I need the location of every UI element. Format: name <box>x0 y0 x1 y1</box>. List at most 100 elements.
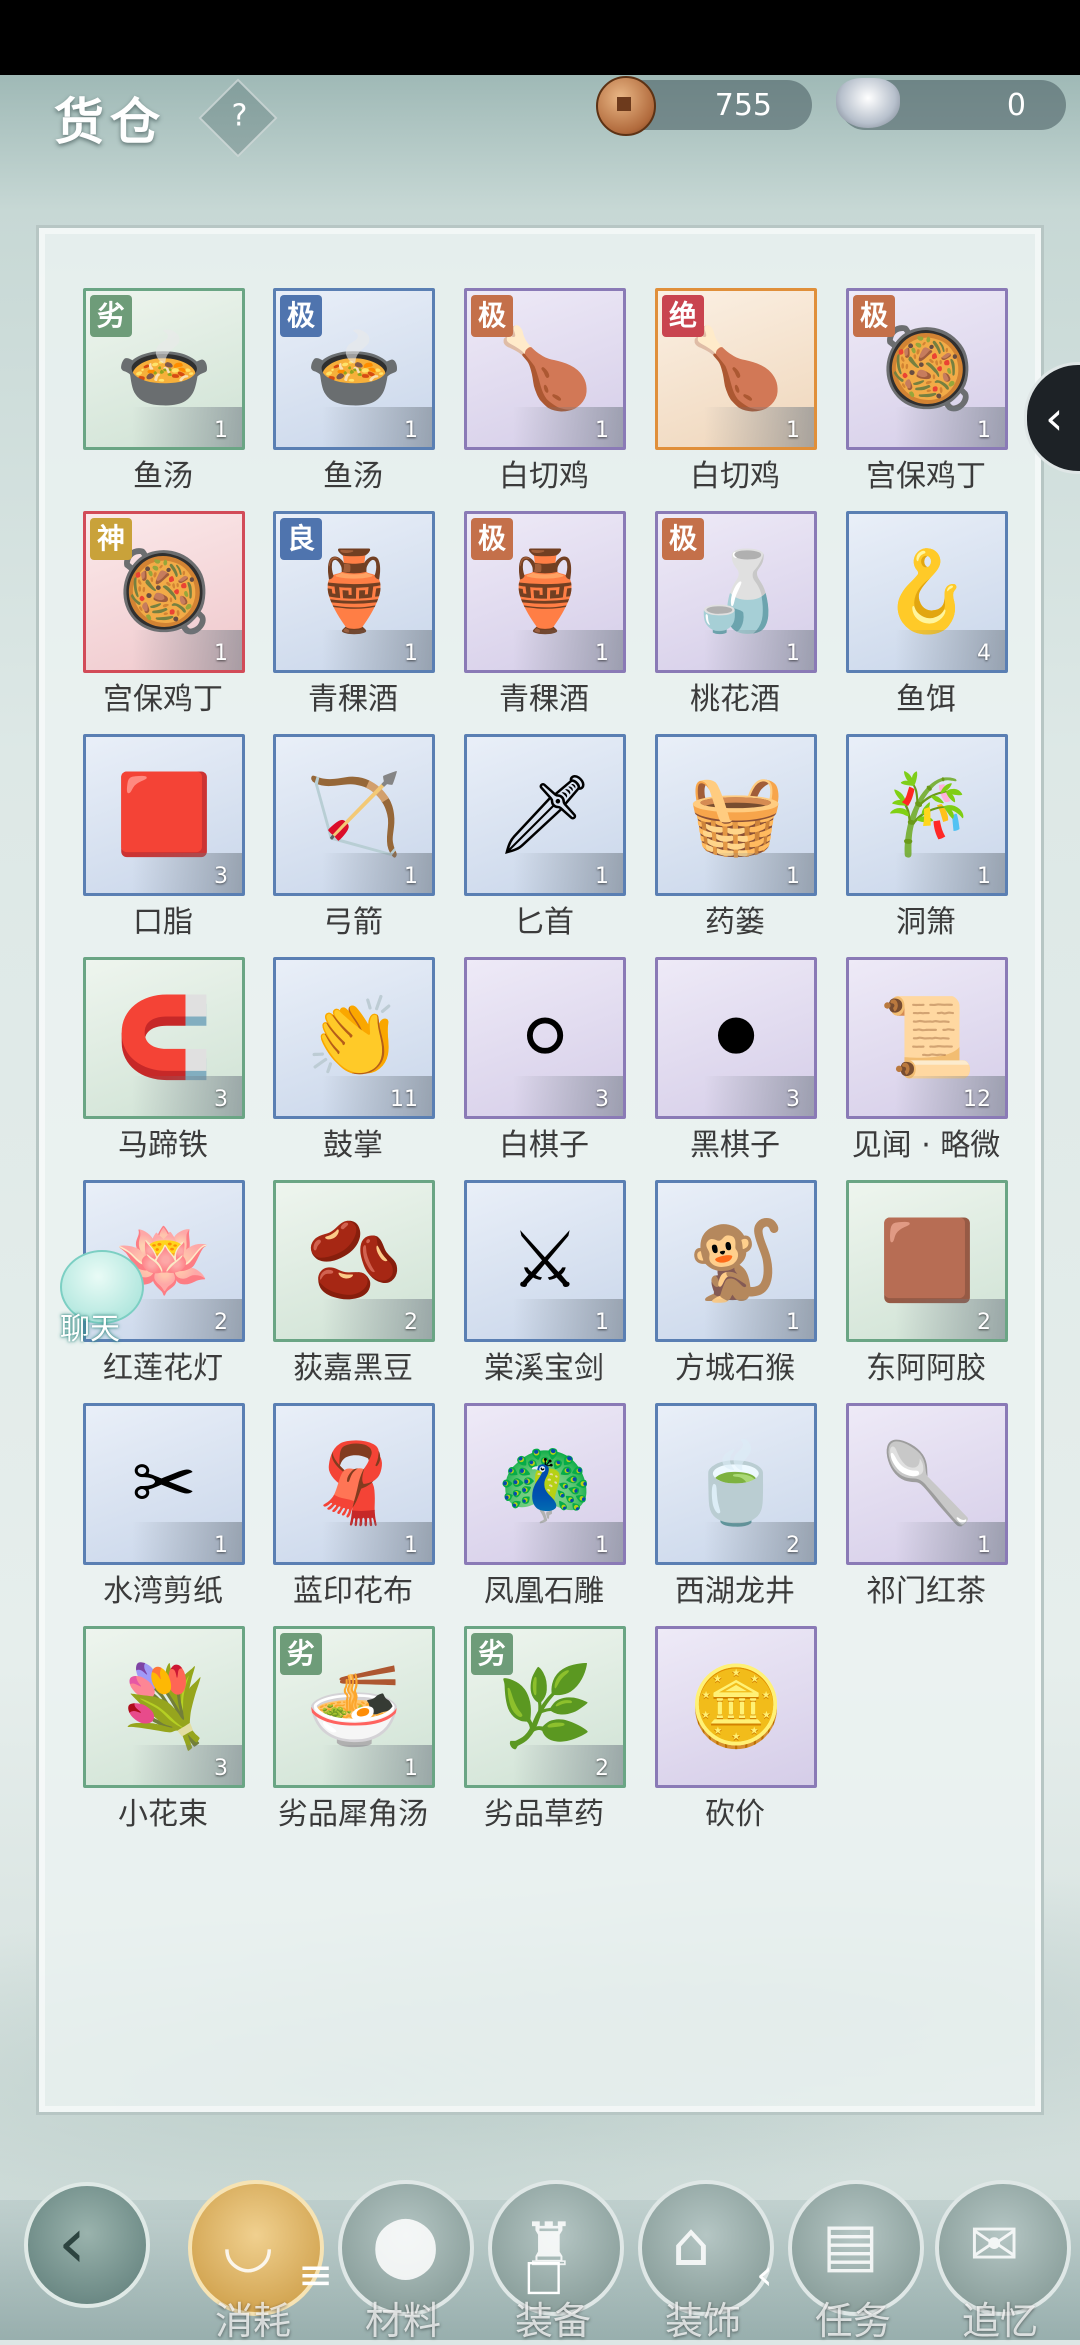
inventory-item[interactable]: 🍶 1 极桃花酒 <box>655 511 817 721</box>
item-count: 2 <box>595 1756 609 1781</box>
inventory-item[interactable]: 🗡 1 匕首 <box>464 734 626 944</box>
chat-button[interactable]: 聊天 <box>42 1250 146 1347</box>
item-label: 黑棋子 <box>690 1128 780 1163</box>
item-count: 2 <box>214 1310 228 1335</box>
item-label: 东阿阿胶 <box>866 1351 986 1386</box>
inventory-item[interactable]: 🧲 3 马蹄铁 <box>83 957 245 1167</box>
inventory-item[interactable]: 🫘 2 荻嘉黑豆 <box>273 1180 435 1390</box>
item-frame: ✂ 1 <box>83 1403 245 1565</box>
tab-envelope[interactable]: ✉ 追忆 <box>935 2180 1071 2343</box>
item-frame: 🍶 1 极 <box>655 511 817 673</box>
tab-materials[interactable]: ⬤ 材料 <box>338 2180 474 2343</box>
quality-badge: 极 <box>662 518 704 560</box>
inventory-item[interactable]: 🐒 1 方城石猴 <box>655 1180 817 1390</box>
item-label: 西湖龙井 <box>675 1574 795 1609</box>
inventory-item[interactable]: 🍲 1 极鱼汤 <box>273 288 435 498</box>
paper-cut-icon: ✂ <box>131 1439 197 1529</box>
materials-icon: ⬤ <box>372 2210 440 2280</box>
item-label: 方城石猴 <box>675 1351 795 1386</box>
quality-badge: 劣 <box>280 1633 322 1675</box>
inventory-item[interactable]: 🪝 4 鱼饵 <box>846 511 1008 721</box>
coin-balance[interactable]: 755 <box>596 76 812 136</box>
bean-jar-icon: 🫘 <box>305 1216 403 1306</box>
item-label: 弓箭 <box>323 905 383 940</box>
cloth-icon: 🧣 <box>305 1439 403 1529</box>
item-count: 1 <box>595 1533 609 1558</box>
inventory-item[interactable]: 🍲 1 劣鱼汤 <box>83 288 245 498</box>
item-count: 1 <box>214 418 228 443</box>
inventory-item[interactable]: 🥘 1 极宫保鸡丁 <box>846 288 1008 498</box>
back-button[interactable]: ‹ <box>24 2182 150 2308</box>
nav-back-icon[interactable]: ‹ <box>756 2250 773 2299</box>
tea-icon: 🍵 <box>687 1439 785 1529</box>
inventory-item[interactable]: 🌿 2 劣劣品草药 <box>464 1626 626 1836</box>
inventory-item[interactable]: 📜 12 见闻 · 略微 <box>846 957 1008 1167</box>
inventory-item[interactable]: 🥄 1 祁门红茶 <box>846 1403 1008 1613</box>
item-count: 3 <box>214 864 228 889</box>
inventory-item[interactable]: 🏺 1 良青稞酒 <box>273 511 435 721</box>
quality-badge: 劣 <box>90 295 132 337</box>
inventory-panel: 🍲 1 劣鱼汤 🍲 1 极鱼汤 🍗 1 极白切鸡 🍗 1 绝白切鸡 🥘 1 极宫保鸡丁 🥘 1 神宫保鸡丁 🏺 1 良青… <box>36 225 1044 2115</box>
item-frame: ⚔ 1 <box>464 1180 626 1342</box>
item-frame: ⚫ 3 <box>655 957 817 1119</box>
item-label: 药篓 <box>705 905 765 940</box>
inventory-item[interactable]: 🪙 砍价 <box>655 1626 817 1836</box>
inventory-item[interactable]: 🟫 2 东阿阿胶 <box>846 1180 1008 1390</box>
item-frame: 🥘 1 神 <box>83 511 245 673</box>
inventory-item[interactable]: 🧺 1 药篓 <box>655 734 817 944</box>
item-frame: 🟫 2 <box>846 1180 1008 1342</box>
item-label: 小花束 <box>118 1797 208 1832</box>
silver-balance[interactable]: 0 <box>836 78 1066 130</box>
item-frame: 🐒 1 <box>655 1180 817 1342</box>
coin-value: 755 <box>714 88 772 123</box>
item-count: 1 <box>214 641 228 666</box>
inventory-item[interactable]: ⚔ 1 棠溪宝剑 <box>464 1180 626 1390</box>
item-label: 劣品草药 <box>484 1797 604 1832</box>
inventory-item[interactable]: 🥘 1 神宫保鸡丁 <box>83 511 245 721</box>
inventory-item[interactable]: 🎋 1 洞箫 <box>846 734 1008 944</box>
inventory-item[interactable]: 🍜 1 劣劣品犀角汤 <box>273 1626 435 1836</box>
item-frame: 📜 12 <box>846 957 1008 1119</box>
page-title: 货仓 <box>54 92 166 151</box>
inventory-item[interactable]: 🍵 2 西湖龙井 <box>655 1403 817 1613</box>
inventory-item[interactable]: 🦚 1 凤凰石雕 <box>464 1403 626 1613</box>
help-icon: ? <box>231 98 248 134</box>
flute-icon: 🎋 <box>878 770 976 860</box>
item-count: 3 <box>214 1756 228 1781</box>
item-frame: 🌿 2 劣 <box>464 1626 626 1788</box>
silver-value: 0 <box>1006 88 1026 123</box>
inventory-item[interactable]: 🍗 1 绝白切鸡 <box>655 288 817 498</box>
item-label: 荻嘉黑豆 <box>293 1351 413 1386</box>
item-label: 鱼汤 <box>133 459 193 494</box>
inventory-item[interactable]: 👏 11 鼓掌 <box>273 957 435 1167</box>
item-count: 1 <box>404 641 418 666</box>
phoenix-icon: 🦚 <box>496 1439 594 1529</box>
clap-icon: 👏 <box>305 993 403 1083</box>
item-frame: 🏺 1 良 <box>273 511 435 673</box>
tab-label: 材料 <box>364 2299 441 2343</box>
basket-icon: 🧺 <box>687 770 785 860</box>
item-label: 蓝印花布 <box>293 1574 413 1609</box>
inventory-item[interactable]: 💐 3 小花束 <box>83 1626 245 1836</box>
nav-home-icon[interactable]: □ <box>524 2250 564 2299</box>
inventory-item[interactable]: ⚫ 3 黑棋子 <box>655 957 817 1167</box>
inventory-item[interactable]: 🍗 1 极白切鸡 <box>464 288 626 498</box>
item-frame: 💐 3 <box>83 1626 245 1788</box>
inventory-item[interactable]: 🧣 1 蓝印花布 <box>273 1403 435 1613</box>
item-label: 凤凰石雕 <box>484 1574 604 1609</box>
nav-menu-icon[interactable]: ≡ <box>298 2250 333 2299</box>
item-count: 1 <box>977 418 991 443</box>
tab-pavilion[interactable]: ⌂ 装饰 <box>638 2180 774 2343</box>
item-count: 4 <box>977 641 991 666</box>
item-frame: 🍵 2 <box>655 1403 817 1565</box>
inventory-item[interactable]: ✂ 1 水湾剪纸 <box>83 1403 245 1613</box>
inventory-item[interactable]: 🏺 1 极青稞酒 <box>464 511 626 721</box>
tab-book[interactable]: ▤ 任务 <box>788 2180 924 2343</box>
item-count: 1 <box>595 864 609 889</box>
item-frame: 🍗 1 绝 <box>655 288 817 450</box>
inventory-item[interactable]: ⚪ 3 白棋子 <box>464 957 626 1167</box>
tab-label: 任务 <box>814 2299 891 2343</box>
quality-badge: 劣 <box>471 1633 513 1675</box>
inventory-item[interactable]: 🏹 1 弓箭 <box>273 734 435 944</box>
inventory-item[interactable]: 🟥 3 口脂 <box>83 734 245 944</box>
